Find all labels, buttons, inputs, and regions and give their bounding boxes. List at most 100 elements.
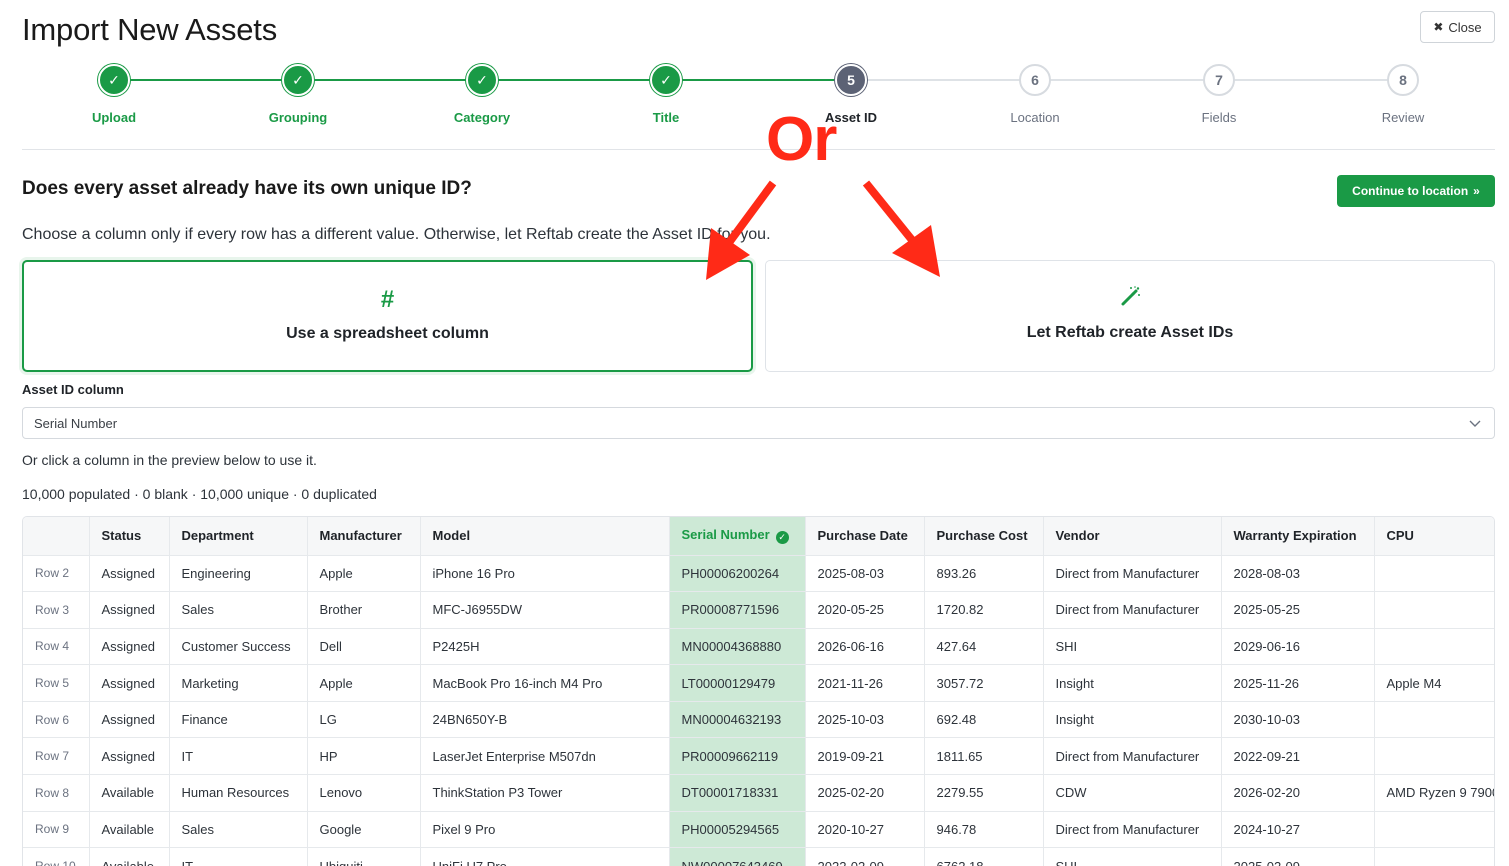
- continue-to-location-button[interactable]: Continue to location »: [1337, 175, 1495, 207]
- table-cell[interactable]: 1811.65: [924, 737, 1044, 776]
- table-cell[interactable]: 3057.72: [924, 664, 1044, 702]
- column-header[interactable]: Model: [420, 517, 670, 556]
- table-cell[interactable]: DT00001718331: [669, 774, 806, 812]
- table-cell[interactable]: [1374, 701, 1494, 739]
- table-cell[interactable]: Direct from Manufacturer: [1043, 811, 1222, 849]
- table-cell[interactable]: MN00004632193: [669, 701, 806, 739]
- table-cell[interactable]: Direct from Manufacturer: [1043, 737, 1222, 776]
- table-cell[interactable]: PH00006200264: [669, 555, 806, 593]
- table-cell[interactable]: Ubiquiti: [307, 847, 421, 866]
- table-cell[interactable]: 893.26: [924, 555, 1044, 593]
- table-cell[interactable]: Pixel 9 Pro: [420, 811, 670, 849]
- column-header[interactable]: Status: [89, 517, 170, 556]
- table-cell[interactable]: UniFi U7 Pro: [420, 847, 670, 866]
- table-cell[interactable]: [1374, 811, 1494, 849]
- table-cell[interactable]: [1374, 847, 1494, 866]
- table-cell[interactable]: 2020-05-25: [805, 591, 925, 629]
- table-cell[interactable]: 2025-02-09: [1221, 847, 1375, 866]
- column-header[interactable]: Department: [169, 517, 308, 556]
- table-cell[interactable]: 2019-09-21: [805, 737, 925, 776]
- column-header[interactable]: Vendor: [1043, 517, 1222, 556]
- table-cell[interactable]: HP: [307, 737, 421, 776]
- step-title[interactable]: ✓ Title: [596, 60, 736, 125]
- table-cell[interactable]: Engineering: [169, 555, 308, 593]
- table-cell[interactable]: MN00004368880: [669, 628, 806, 666]
- table-cell[interactable]: Assigned: [89, 555, 170, 593]
- table-cell[interactable]: IT: [169, 847, 308, 866]
- table-cell[interactable]: 2025-11-26: [1221, 664, 1375, 702]
- table-cell[interactable]: Available: [89, 847, 170, 866]
- table-cell[interactable]: Google: [307, 811, 421, 849]
- table-cell[interactable]: 2022-09-21: [1221, 737, 1375, 776]
- table-cell[interactable]: 2021-11-26: [805, 664, 925, 702]
- table-cell[interactable]: 427.64: [924, 628, 1044, 666]
- table-cell[interactable]: 2279.55: [924, 774, 1044, 812]
- table-cell[interactable]: Assigned: [89, 591, 170, 629]
- column-header[interactable]: Manufacturer: [307, 517, 421, 556]
- table-cell[interactable]: 2026-06-16: [805, 628, 925, 666]
- table-cell[interactable]: Direct from Manufacturer: [1043, 591, 1222, 629]
- use-spreadsheet-column-card[interactable]: # Use a spreadsheet column: [22, 260, 753, 372]
- step-category[interactable]: ✓ Category: [412, 60, 552, 125]
- table-cell[interactable]: NW00007643469: [669, 847, 806, 866]
- table-cell[interactable]: 2025-02-20: [805, 774, 925, 812]
- table-cell[interactable]: Lenovo: [307, 774, 421, 812]
- table-cell[interactable]: [1374, 591, 1494, 629]
- table-cell[interactable]: Dell: [307, 628, 421, 666]
- table-cell[interactable]: [1374, 628, 1494, 666]
- table-cell[interactable]: PR00008771596: [669, 591, 806, 629]
- table-cell[interactable]: 1720.82: [924, 591, 1044, 629]
- column-header[interactable]: Purchase Cost: [924, 517, 1044, 556]
- table-cell[interactable]: CDW: [1043, 774, 1222, 812]
- table-cell[interactable]: Available: [89, 811, 170, 849]
- table-cell[interactable]: 2026-02-20: [1221, 774, 1375, 812]
- table-cell[interactable]: P2425H: [420, 628, 670, 666]
- table-cell[interactable]: LG: [307, 701, 421, 739]
- table-cell[interactable]: Available: [89, 774, 170, 812]
- let-reftab-create-ids-card[interactable]: Let Reftab create Asset IDs: [765, 260, 1495, 372]
- table-cell[interactable]: Apple: [307, 664, 421, 702]
- step-upload[interactable]: ✓ Upload: [44, 60, 184, 125]
- table-cell[interactable]: 2022-02-09: [805, 847, 925, 866]
- step-grouping[interactable]: ✓ Grouping: [228, 60, 368, 125]
- table-cell[interactable]: 2024-10-27: [1221, 811, 1375, 849]
- table-cell[interactable]: Assigned: [89, 628, 170, 666]
- table-cell[interactable]: [1374, 737, 1494, 776]
- close-button[interactable]: ✖ Close: [1420, 11, 1495, 43]
- table-cell[interactable]: Finance: [169, 701, 308, 739]
- table-cell[interactable]: LaserJet Enterprise M507dn: [420, 737, 670, 776]
- table-cell[interactable]: 2029-06-16: [1221, 628, 1375, 666]
- table-cell[interactable]: iPhone 16 Pro: [420, 555, 670, 593]
- table-cell[interactable]: Insight: [1043, 701, 1222, 739]
- table-cell[interactable]: Sales: [169, 811, 308, 849]
- table-cell[interactable]: PH00005294565: [669, 811, 806, 849]
- table-cell[interactable]: Assigned: [89, 737, 170, 776]
- table-cell[interactable]: 2025-10-03: [805, 701, 925, 739]
- table-cell[interactable]: 946.78: [924, 811, 1044, 849]
- column-header[interactable]: Purchase Date: [805, 517, 925, 556]
- column-header[interactable]: CPU: [1374, 517, 1494, 556]
- table-cell[interactable]: AMD Ryzen 9 7900: [1374, 774, 1494, 812]
- table-cell[interactable]: PR00009662119: [669, 737, 806, 776]
- table-cell[interactable]: Customer Success: [169, 628, 308, 666]
- table-cell[interactable]: 692.48: [924, 701, 1044, 739]
- table-cell[interactable]: Assigned: [89, 701, 170, 739]
- table-cell[interactable]: Sales: [169, 591, 308, 629]
- table-cell[interactable]: 2025-08-03: [805, 555, 925, 593]
- asset-id-column-select[interactable]: Serial Number: [22, 407, 1495, 439]
- table-cell[interactable]: 6762.18: [924, 847, 1044, 866]
- table-cell[interactable]: Direct from Manufacturer: [1043, 555, 1222, 593]
- table-cell[interactable]: 2028-08-03: [1221, 555, 1375, 593]
- table-cell[interactable]: MacBook Pro 16-inch M4 Pro: [420, 664, 670, 702]
- table-cell[interactable]: Human Resources: [169, 774, 308, 812]
- table-cell[interactable]: Assigned: [89, 664, 170, 702]
- table-cell[interactable]: Insight: [1043, 664, 1222, 702]
- table-cell[interactable]: 2020-10-27: [805, 811, 925, 849]
- table-cell[interactable]: SHI: [1043, 847, 1222, 866]
- table-cell[interactable]: Apple M4: [1374, 664, 1494, 702]
- table-cell[interactable]: 2025-05-25: [1221, 591, 1375, 629]
- table-cell[interactable]: LT00000129479: [669, 664, 806, 702]
- column-header[interactable]: Warranty Expiration: [1221, 517, 1375, 556]
- table-cell[interactable]: ThinkStation P3 Tower: [420, 774, 670, 812]
- table-cell[interactable]: Marketing: [169, 664, 308, 702]
